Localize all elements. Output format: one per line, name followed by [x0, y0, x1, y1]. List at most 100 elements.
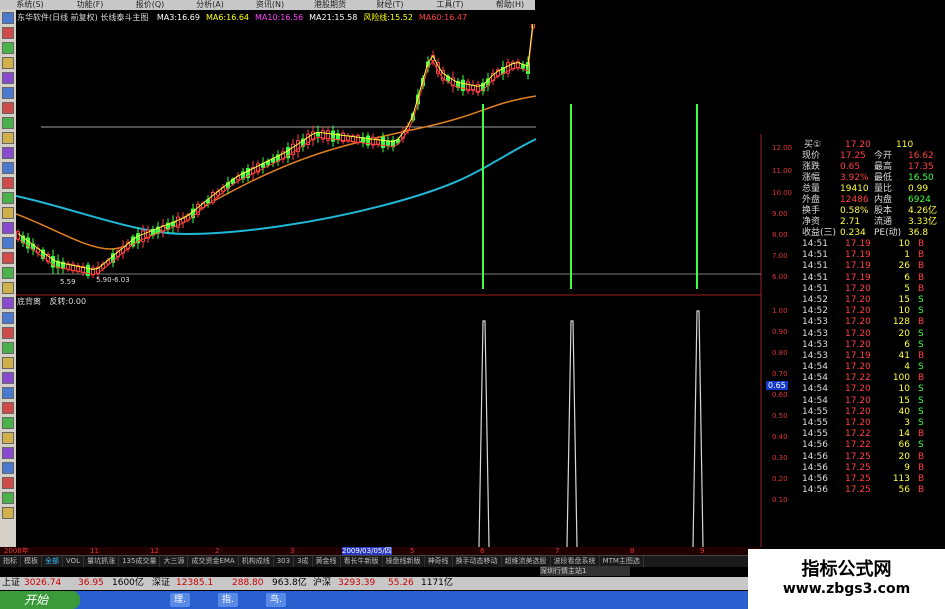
tick-v: 15	[898, 395, 910, 406]
indicator-tab[interactable]: 黄金线	[313, 556, 341, 567]
axis-tick-label: 10.00	[772, 189, 793, 197]
menu-item[interactable]: 分析(A)	[180, 0, 240, 10]
toolbar-button-icon[interactable]	[2, 87, 14, 99]
tick-p: 17.20	[845, 395, 871, 406]
menu-item[interactable]: 港股期货	[300, 0, 360, 10]
indicator-tab[interactable]: 神奇线	[425, 556, 453, 567]
indicator-tab[interactable]: 看长牛新版	[341, 556, 383, 567]
toolbar-button-icon[interactable]	[2, 177, 14, 189]
toolbar-button-icon[interactable]	[2, 447, 14, 459]
toolbar-button-icon[interactable]	[2, 72, 14, 84]
toolbar-button-icon[interactable]	[2, 312, 14, 324]
axis-tick-label: 0.30	[772, 454, 788, 462]
toolbar-button-icon[interactable]	[2, 252, 14, 264]
toolbar-button-icon[interactable]	[2, 372, 14, 384]
kline-chart[interactable]: 5.59 5.90-6.03	[16, 24, 776, 547]
tick-list[interactable]: 14:51 17.19 10 B 14:51 17.19 1 B 14:51 17.19 26 B 14…	[800, 239, 945, 496]
toolbar-button-icon[interactable]	[2, 327, 14, 339]
tick-row: 14:56 17.25 113 B	[800, 474, 945, 485]
toolbar-button-icon[interactable]	[2, 27, 14, 39]
quote-l1: 外盘	[802, 195, 821, 205]
toolbar-button-icon[interactable]	[2, 342, 14, 354]
toolbar-button-icon[interactable]	[2, 57, 14, 69]
indicator-tab[interactable]: 机构成线	[239, 556, 274, 567]
toolbar-button-icon[interactable]	[2, 282, 14, 294]
tick-v: 10	[898, 239, 910, 249]
toolbar-button-icon[interactable]	[2, 42, 14, 54]
toolbar-button-icon[interactable]	[2, 357, 14, 369]
quote-row: 涨幅 3.92% 最低 16.50	[800, 173, 945, 184]
toolbar-button-icon[interactable]	[2, 432, 14, 444]
axis-tick-label: 0.10	[772, 496, 788, 504]
toolbar-button-icon[interactable]	[2, 102, 14, 114]
toolbar-button-icon[interactable]	[2, 462, 14, 474]
toolbar-button-icon[interactable]	[2, 162, 14, 174]
sz-value: 12385.1	[176, 578, 214, 588]
tick-row: 14:56 17.22 66 S	[800, 440, 945, 451]
tick-v: 1	[904, 250, 910, 261]
menu-item[interactable]: 工具(T)	[420, 0, 480, 10]
taskbar-item[interactable]: 鸟.	[266, 593, 286, 607]
toolbar-button-icon[interactable]	[2, 12, 14, 24]
menu-item[interactable]: 帮助(H)	[480, 0, 535, 10]
indicator-tab[interactable]: 135成交量	[119, 556, 161, 567]
indicator-tab[interactable]: 全部	[42, 556, 63, 567]
tick-t: 14:54	[802, 362, 828, 373]
server-status-tab[interactable]: 深圳行情主站1	[540, 566, 630, 576]
indicator-tab[interactable]: 模板	[21, 556, 42, 567]
axis-tick-label: 9.00	[772, 210, 788, 218]
toolbar-button-icon[interactable]	[2, 132, 14, 144]
toolbar-button-icon[interactable]	[2, 507, 14, 519]
indicator-tab[interactable]: 303	[274, 556, 295, 567]
tick-s: B	[918, 373, 925, 384]
toolbar-button-icon[interactable]	[2, 492, 14, 504]
tick-s: S	[918, 418, 924, 428]
quote-v2: 3.33亿	[908, 217, 938, 227]
range-label: 5.90-6.03	[96, 276, 130, 284]
tick-s: S	[918, 406, 924, 417]
toolbar-button-icon[interactable]	[2, 222, 14, 234]
axis-tick-label: 7.00	[772, 252, 788, 260]
toolbar-button-icon[interactable]	[2, 207, 14, 219]
taskbar-item[interactable]: 指.	[218, 593, 238, 607]
start-button[interactable]: 开始	[0, 591, 80, 609]
quote-l2: 最高	[874, 162, 893, 172]
indicator-tab[interactable]: 3成	[294, 556, 313, 567]
tick-row: 14:51 17.20 5 B	[800, 284, 945, 295]
indicator-tab[interactable]: 指标	[0, 556, 21, 567]
toolbar-button-icon[interactable]	[2, 417, 14, 429]
tick-row: 14:53 17.20 128 B	[800, 317, 945, 328]
toolbar-button-icon[interactable]	[2, 387, 14, 399]
tick-p: 17.20	[845, 362, 871, 373]
indicator-tab[interactable]: 操盘线新版	[383, 556, 425, 567]
toolbar-button-icon[interactable]	[2, 402, 14, 414]
tick-row: 14:53 17.19 41 B	[800, 351, 945, 362]
menu-item[interactable]: 报价(Q)	[120, 0, 180, 10]
tick-t: 14:53	[802, 317, 828, 328]
toolbar-button-icon[interactable]	[2, 147, 14, 159]
indicator-tab[interactable]: VOL	[63, 556, 85, 567]
quote-row: 换手 0.58% 股本 4.26亿	[800, 206, 945, 217]
menu-item[interactable]: 功能(F)	[60, 0, 120, 10]
axis-tick-label: 1.00	[772, 307, 788, 315]
sh-label: 上证	[2, 578, 21, 588]
toolbar-button-icon[interactable]	[2, 477, 14, 489]
toolbar-button-icon[interactable]	[2, 237, 14, 249]
quote-l1: 现价	[802, 151, 821, 161]
menu-item[interactable]: 资讯(N)	[240, 0, 300, 10]
menu-item[interactable]: 财经(T)	[360, 0, 420, 10]
quote-l2: 股本	[874, 206, 893, 216]
toolbar-button-icon[interactable]	[2, 117, 14, 129]
indicator-tab[interactable]: 成交资金EMA	[188, 556, 239, 567]
tick-p: 17.20	[845, 384, 871, 395]
toolbar-button-icon[interactable]	[2, 267, 14, 279]
menu-item[interactable]: 系统(S)	[0, 0, 60, 10]
toolbar-button-icon[interactable]	[2, 297, 14, 309]
toolbar-button-icon[interactable]	[2, 192, 14, 204]
tick-row: 14:52 17.20 10 S	[800, 306, 945, 317]
indicator-tab[interactable]: 换手动态移动	[453, 556, 502, 567]
ma-label: MA3:16.69	[156, 13, 200, 22]
taskbar-item[interactable]: 理.	[170, 593, 190, 607]
indicator-tab[interactable]: 量坑抓涨	[84, 556, 120, 567]
indicator-tab[interactable]: 大三源	[160, 556, 189, 567]
